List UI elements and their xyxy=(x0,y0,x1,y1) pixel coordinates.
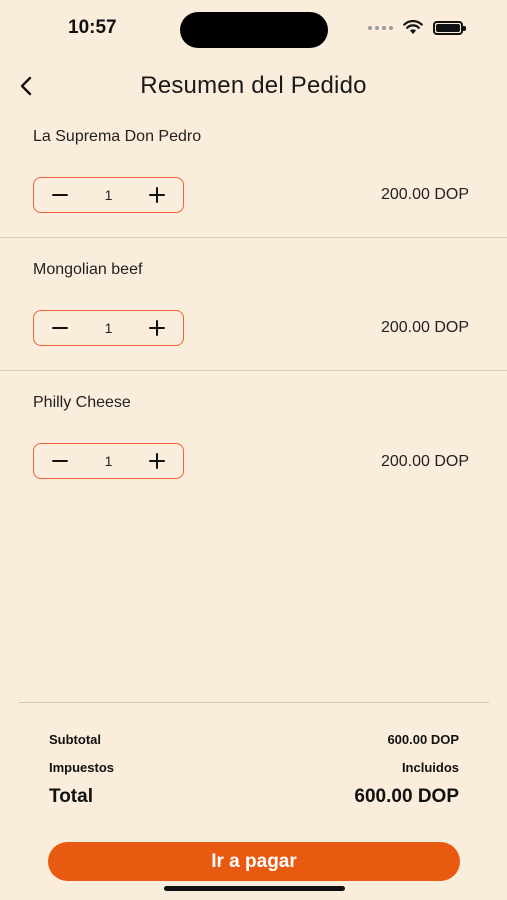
quantity-stepper: 1 xyxy=(33,310,184,346)
quantity-value: 1 xyxy=(104,320,113,336)
checkout-button[interactable]: Ir a pagar xyxy=(48,842,460,881)
decrease-quantity-button[interactable] xyxy=(34,178,86,212)
plus-icon xyxy=(149,187,165,203)
item-name: Philly Cheese xyxy=(33,394,131,411)
increase-quantity-button[interactable] xyxy=(131,311,183,345)
plus-icon xyxy=(149,320,165,336)
item-price: 200.00 DOP xyxy=(380,453,469,470)
home-indicator xyxy=(164,886,345,891)
minus-icon xyxy=(52,194,68,196)
decrease-quantity-button[interactable] xyxy=(34,444,86,478)
increase-quantity-button[interactable] xyxy=(131,444,183,478)
quantity-value: 1 xyxy=(104,187,113,203)
item-price: 200.00 DOP xyxy=(380,186,469,203)
quantity-value: 1 xyxy=(104,453,113,469)
total-value: 600.00 DOP xyxy=(354,786,459,807)
quantity-stepper: 1 xyxy=(33,177,184,213)
taxes-value: Incluidos xyxy=(401,760,459,775)
item-divider xyxy=(0,237,507,238)
taxes-row: Impuestos Incluidos xyxy=(49,760,459,775)
minus-icon xyxy=(52,327,68,329)
subtotal-row: Subtotal 600.00 DOP xyxy=(49,732,459,747)
item-price: 200.00 DOP xyxy=(380,319,469,336)
summary-divider xyxy=(19,702,489,703)
minus-icon xyxy=(52,460,68,462)
quantity-stepper: 1 xyxy=(33,443,184,479)
subtotal-label: Subtotal xyxy=(49,732,101,747)
taxes-label: Impuestos xyxy=(49,760,115,775)
increase-quantity-button[interactable] xyxy=(131,178,183,212)
total-label: Total xyxy=(49,786,93,807)
decrease-quantity-button[interactable] xyxy=(34,311,86,345)
total-row: Total 600.00 DOP xyxy=(49,786,459,808)
item-divider xyxy=(0,370,507,371)
order-item: Philly Cheese 1 200.00 DOP xyxy=(0,0,507,479)
item-name: Mongolian beef xyxy=(33,261,143,278)
plus-icon xyxy=(149,453,165,469)
subtotal-value: 600.00 DOP xyxy=(387,732,459,747)
